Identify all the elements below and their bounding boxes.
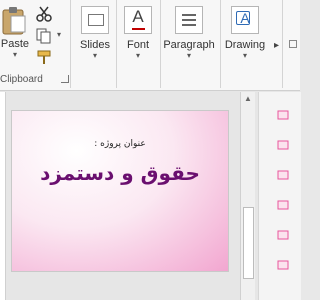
paragraph-label: Paragraph	[163, 39, 215, 51]
font-icon: A	[124, 6, 152, 34]
drawing-label: Drawing	[224, 39, 266, 51]
group-divider	[116, 0, 117, 88]
cut-icon[interactable]	[36, 6, 52, 22]
clipboard-dialog-launcher-icon[interactable]	[61, 75, 69, 83]
chevron-down-icon: ▾	[186, 51, 191, 60]
animation-panel	[258, 92, 301, 300]
group-divider	[282, 0, 283, 88]
chevron-down-icon: ▾	[92, 51, 97, 60]
font-label: Font	[126, 39, 149, 51]
animation-item-icon[interactable]	[277, 110, 289, 120]
drawing-icon: A	[231, 6, 259, 34]
scroll-up-icon[interactable]: ▲	[244, 94, 252, 103]
paste-icon	[2, 7, 26, 35]
animation-item-icon[interactable]	[277, 260, 289, 270]
slide-title[interactable]: حقوق و دستمزد	[12, 161, 228, 185]
chevron-down-icon: ▾	[12, 50, 17, 59]
slide-subtitle[interactable]: عنوان پروژه :	[12, 139, 228, 149]
copy-icon[interactable]	[36, 28, 54, 44]
slides-button[interactable]: Slides ▾	[78, 6, 112, 60]
slides-label: Slides	[80, 39, 110, 51]
group-divider	[70, 0, 71, 88]
paste-button[interactable]: Paste ▾	[0, 6, 30, 59]
vertical-scrollbar[interactable]: ▲	[240, 92, 255, 300]
scrollbar-thumb[interactable]	[243, 207, 254, 279]
paragraph-button[interactable]: Paragraph ▾	[161, 6, 217, 60]
slides-icon	[81, 6, 109, 34]
chevron-down-icon: ▾	[242, 51, 247, 60]
ribbon: Paste ▾ ▾ Clipboard Slides ▾ A Font ▾ Pa…	[0, 0, 300, 91]
drawing-button[interactable]: A Drawing ▾	[222, 6, 268, 60]
clipboard-group-label: Clipboard	[0, 74, 43, 85]
animation-item-icon[interactable]	[277, 230, 289, 240]
animation-item-icon[interactable]	[277, 140, 289, 150]
paste-label: Paste	[0, 38, 30, 50]
chevron-down-icon: ▾	[135, 51, 140, 60]
animation-item-icon[interactable]	[277, 200, 289, 210]
thumbnail-pane-edge	[0, 92, 6, 300]
format-painter-icon[interactable]	[36, 50, 52, 66]
copy-dropdown-icon[interactable]: ▾	[57, 30, 61, 39]
font-button[interactable]: A Font ▾	[122, 6, 154, 60]
group-divider	[220, 0, 221, 88]
animation-item-icon[interactable]	[277, 170, 289, 180]
ribbon-next-group-icon[interactable]	[289, 40, 297, 48]
slide-canvas[interactable]: عنوان پروژه : حقوق و دستمزد	[11, 110, 229, 272]
ribbon-scroll-right-icon[interactable]: ▸	[274, 40, 279, 51]
paragraph-icon	[175, 6, 203, 34]
